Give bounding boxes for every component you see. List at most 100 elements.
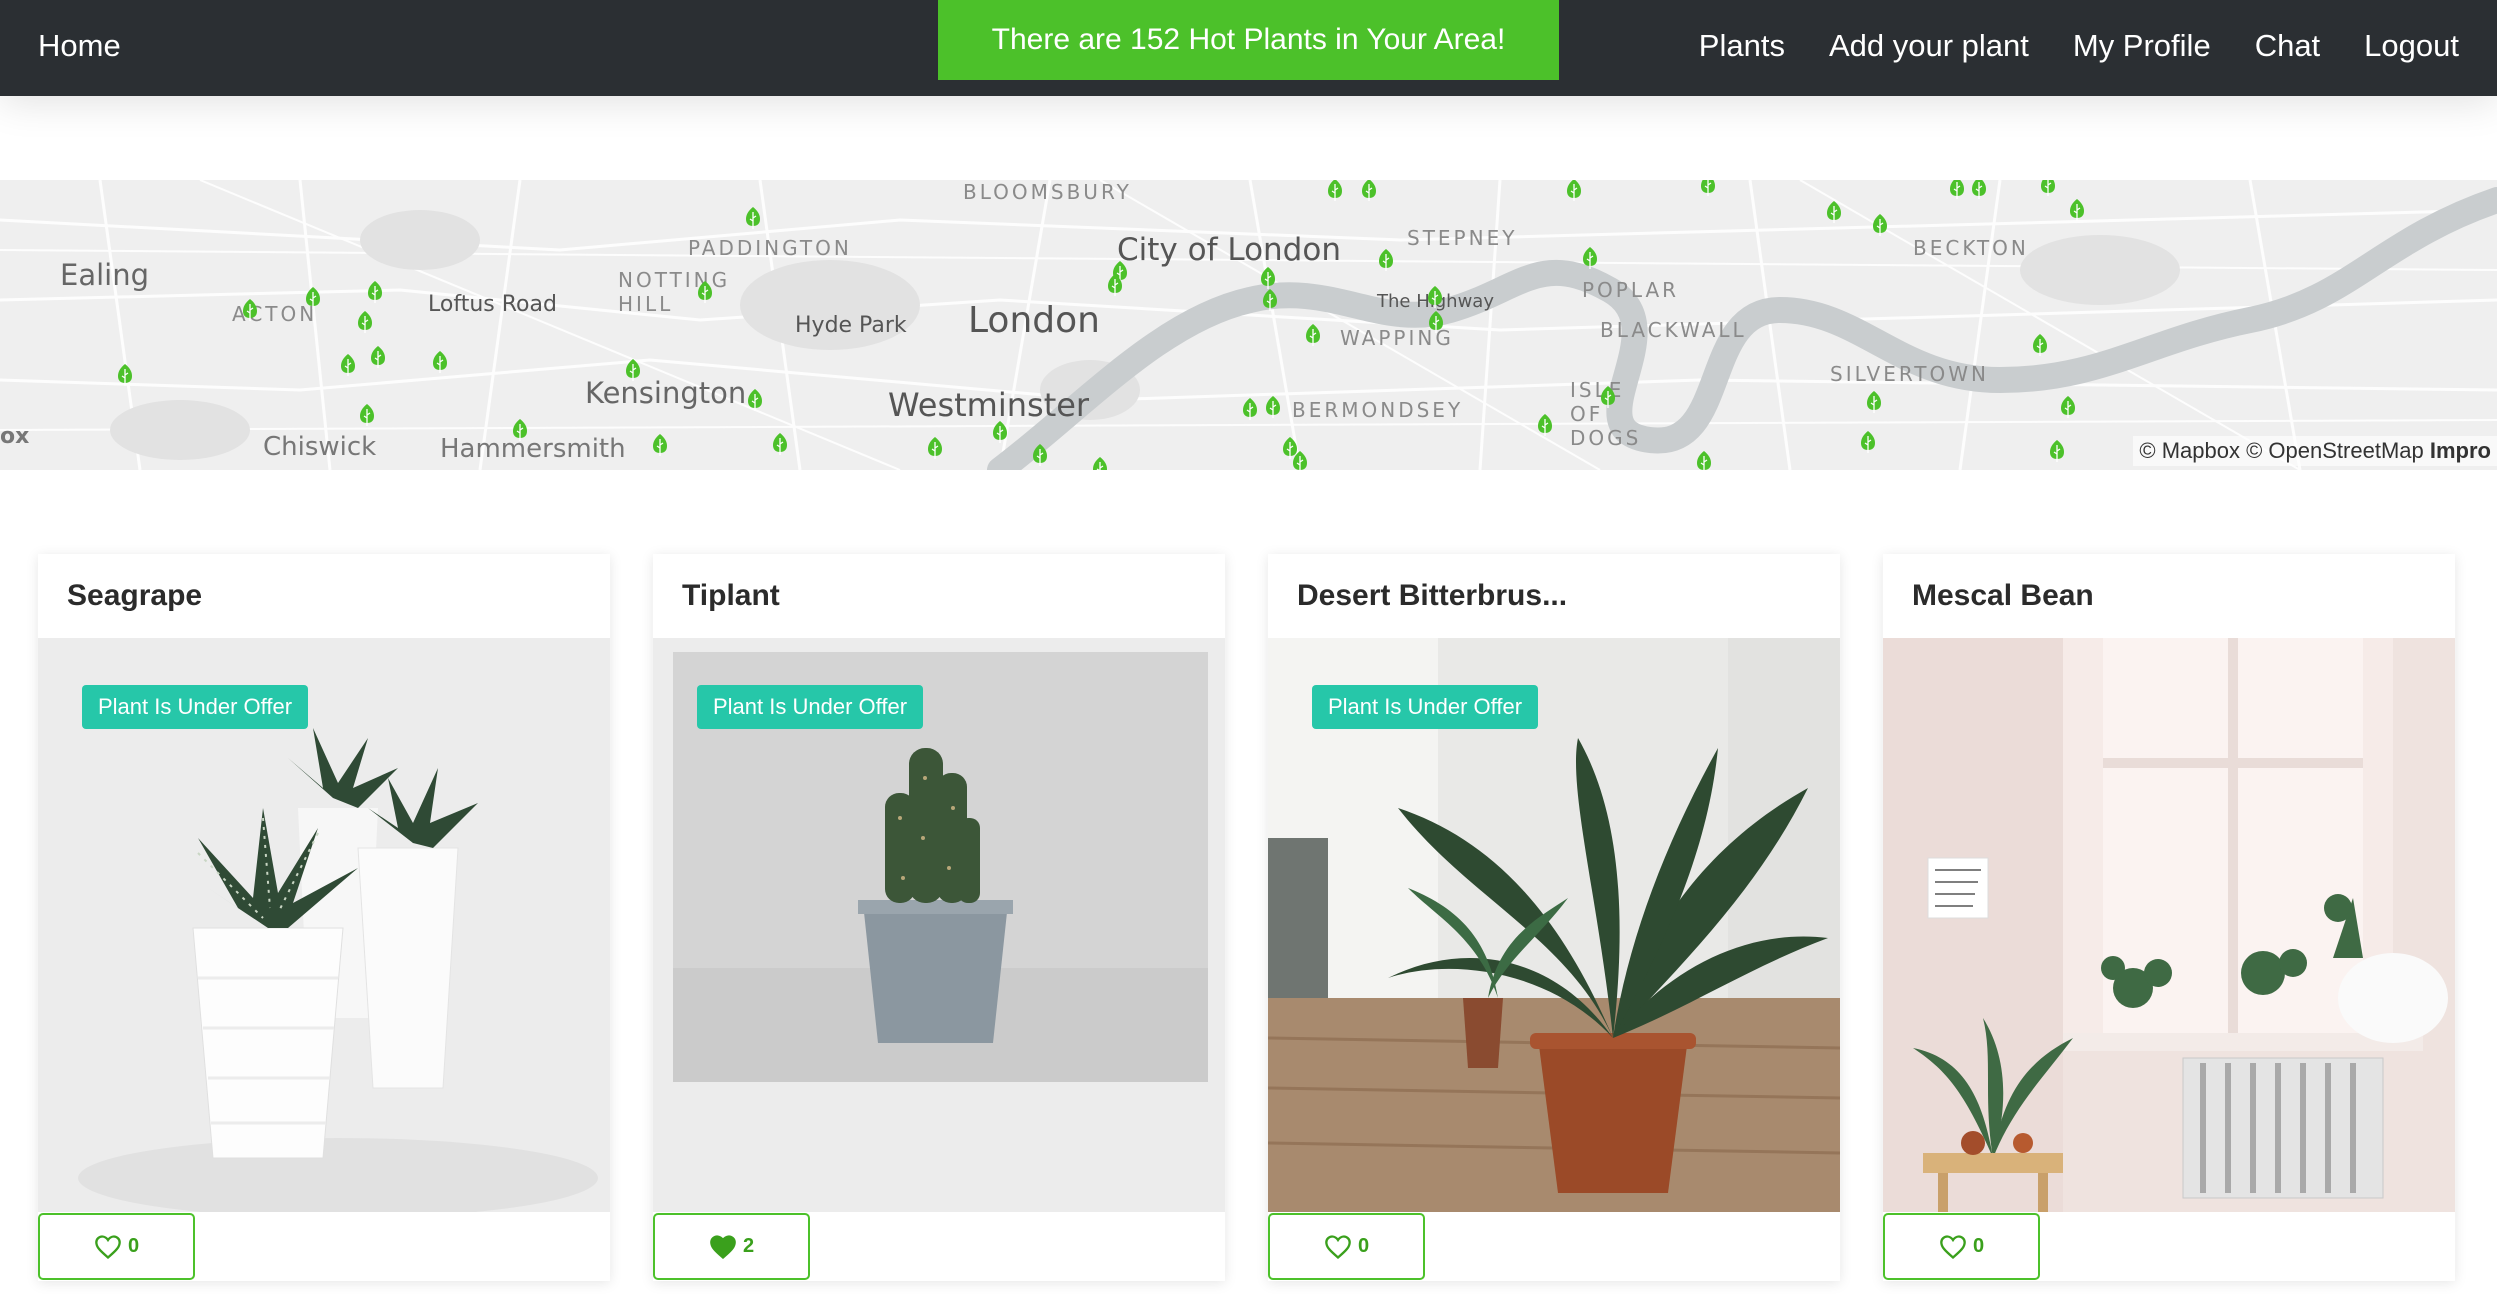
plant-pin-icon[interactable] xyxy=(2060,395,2076,419)
map-label-westminster: Westminster xyxy=(888,386,1090,424)
plant-card-title[interactable]: Desert Bitterbrus... xyxy=(1268,554,1840,638)
plant-pin-icon[interactable] xyxy=(1826,200,1842,224)
plant-card-title[interactable]: Mescal Bean xyxy=(1883,554,2455,638)
plant-pin-icon[interactable] xyxy=(1537,413,1553,437)
plants-map[interactable]: Ealing ACTON Loftus Road NOTTING HILL PA… xyxy=(0,180,2497,470)
hot-plants-banner: There are 152 Hot Plants in Your Area! xyxy=(938,0,1559,80)
map-attribution-text: © Mapbox © OpenStreetMap xyxy=(2139,438,2424,463)
plant-pin-icon[interactable] xyxy=(1327,180,1343,202)
plant-pin-icon[interactable] xyxy=(2049,439,2065,463)
plant-pin-icon[interactable] xyxy=(1378,248,1394,272)
map-label-blackwall: BLACKWALL xyxy=(1600,318,1747,342)
plant-pin-icon[interactable] xyxy=(1262,288,1278,312)
plant-pin-icon[interactable] xyxy=(1305,323,1321,347)
plant-pin-icon[interactable] xyxy=(340,353,356,377)
plant-pin-icon[interactable] xyxy=(512,418,528,442)
plant-pin-icon[interactable] xyxy=(432,350,448,374)
plant-pin-icon[interactable] xyxy=(1032,443,1048,467)
under-offer-badge: Plant Is Under Offer xyxy=(82,685,309,729)
plant-pin-icon[interactable] xyxy=(1696,450,1712,470)
like-button[interactable]: 0 xyxy=(1883,1213,2040,1280)
map-label-hammersmith: Hammersmith xyxy=(440,434,626,464)
nav-link-add-plant[interactable]: Add your plant xyxy=(1829,28,2029,64)
plant-card[interactable]: Tiplant Plant Is Under Offer 2 xyxy=(653,554,1225,1281)
plant-card-title[interactable]: Seagrape xyxy=(38,554,610,638)
plant-pin-icon[interactable] xyxy=(1860,430,1876,454)
plant-card-title[interactable]: Tiplant xyxy=(653,554,1225,638)
plant-pin-icon[interactable] xyxy=(1600,385,1616,409)
plant-pin-icon[interactable] xyxy=(1428,310,1444,334)
plant-pin-icon[interactable] xyxy=(2032,333,2048,357)
map-attribution: © Mapbox © OpenStreetMap Impro xyxy=(2133,436,2497,466)
map-label-bermondsey: BERMONDSEY xyxy=(1292,398,1464,422)
plant-pin-icon[interactable] xyxy=(1107,273,1123,297)
plant-pin-icon[interactable] xyxy=(1292,450,1308,470)
map-label-stepney: STEPNEY xyxy=(1407,226,1518,250)
plant-pin-icon[interactable] xyxy=(359,403,375,427)
plant-pin-icon[interactable] xyxy=(1427,285,1443,309)
plant-pin-icon[interactable] xyxy=(367,280,383,304)
plant-pin-icon[interactable] xyxy=(1361,180,1377,202)
plant-pin-icon[interactable] xyxy=(697,280,713,304)
like-button[interactable]: 0 xyxy=(1268,1213,1425,1280)
plant-pin-icon[interactable] xyxy=(1949,180,1965,200)
like-button[interactable]: 0 xyxy=(38,1213,195,1280)
map-label-notting-hill: NOTTING HILL xyxy=(618,268,731,316)
map-label-poplar: POPLAR xyxy=(1582,278,1680,302)
heart-filled-icon xyxy=(710,1234,736,1259)
plant-pin-icon[interactable] xyxy=(745,206,761,230)
plant-pin-icon[interactable] xyxy=(1700,180,1716,197)
map-label-chiswick: Chiswick xyxy=(263,432,377,462)
plant-pin-icon[interactable] xyxy=(1866,390,1882,414)
like-button[interactable]: 2 xyxy=(653,1213,810,1280)
plant-pin-icon[interactable] xyxy=(1092,456,1108,470)
plant-pin-icon[interactable] xyxy=(1260,266,1276,290)
plant-pin-icon[interactable] xyxy=(1872,213,1888,237)
nav-link-my-profile[interactable]: My Profile xyxy=(2073,28,2211,64)
like-count: 2 xyxy=(742,1235,755,1257)
plant-pin-icon[interactable] xyxy=(242,298,258,322)
plant-pin-icon[interactable] xyxy=(1971,180,1987,200)
nav-link-chat[interactable]: Chat xyxy=(2255,28,2320,64)
plant-pin-icon[interactable] xyxy=(1582,246,1598,270)
plant-pin-icon[interactable] xyxy=(625,358,641,382)
plant-card-grid: Seagrape Plant Is Under Offer 0 Tiplant … xyxy=(38,554,2455,1281)
plant-pin-icon[interactable] xyxy=(1265,395,1281,419)
plant-image[interactable] xyxy=(1883,638,2455,1212)
like-count: 0 xyxy=(1357,1235,1370,1257)
plant-card[interactable]: Seagrape Plant Is Under Offer 0 xyxy=(38,554,610,1281)
map-label-bloomsbury: BLOOMSBURY xyxy=(963,180,1132,204)
plant-pin-icon[interactable] xyxy=(1242,397,1258,421)
under-offer-badge: Plant Is Under Offer xyxy=(697,685,924,729)
plant-pin-icon[interactable] xyxy=(357,310,373,334)
plant-pin-icon[interactable] xyxy=(747,388,763,412)
like-count: 0 xyxy=(1972,1235,1985,1257)
plant-pin-icon[interactable] xyxy=(652,433,668,457)
map-label-ealing: Ealing xyxy=(60,258,149,292)
map-label-loftus-road: Loftus Road xyxy=(428,292,557,317)
nav-home-link[interactable]: Home xyxy=(38,28,121,64)
plant-card[interactable]: Desert Bitterbrus... Plant Is Under Offe… xyxy=(1268,554,1840,1281)
plant-pin-icon[interactable] xyxy=(772,432,788,456)
map-label-paddington: PADDINGTON xyxy=(688,236,852,260)
plant-card[interactable]: Mescal Bean 0 xyxy=(1883,554,2455,1281)
nav-link-plants[interactable]: Plants xyxy=(1699,28,1785,64)
map-label-kensington: Kensington xyxy=(585,376,747,410)
plant-pin-icon[interactable] xyxy=(2040,180,2056,197)
plant-pin-icon[interactable] xyxy=(370,345,386,369)
map-label-london: London xyxy=(968,300,1100,341)
plant-pin-icon[interactable] xyxy=(992,420,1008,444)
map-improve-link[interactable]: Impro xyxy=(2430,438,2491,463)
like-count: 0 xyxy=(127,1235,140,1257)
nav-link-logout[interactable]: Logout xyxy=(2364,28,2459,64)
plant-pin-icon[interactable] xyxy=(1566,180,1582,202)
under-offer-badge: Plant Is Under Offer xyxy=(1312,685,1539,729)
heart-outline-icon xyxy=(95,1234,121,1259)
page: Home Plants Add your plant My Profile Ch… xyxy=(0,0,2497,1313)
plant-pin-icon[interactable] xyxy=(117,363,133,387)
plant-pin-icon[interactable] xyxy=(305,286,321,310)
map-label-silvertown: SILVERTOWN xyxy=(1830,362,1989,386)
map-label-hyde-park: Hyde Park xyxy=(795,313,907,338)
plant-pin-icon[interactable] xyxy=(2069,198,2085,222)
plant-pin-icon[interactable] xyxy=(927,436,943,460)
